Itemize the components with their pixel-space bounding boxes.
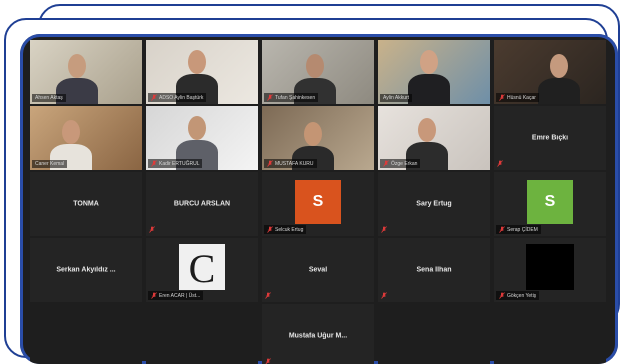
participant-tile[interactable]: Ahsen Aktaş — [30, 40, 142, 104]
participant-tile[interactable]: MUSTAFA KURU — [262, 106, 374, 170]
participant-tile[interactable]: Gökçen Yetiş — [494, 238, 606, 302]
participant-name: TONMA — [30, 201, 142, 208]
participant-label-text: Serap ÇİDEM — [507, 227, 538, 233]
mic-muted-icon — [151, 94, 157, 101]
participant-tile[interactable]: ADSO Aylin Baştürk — [146, 40, 258, 104]
participant-label-text: Tufan Şahinkesen — [275, 95, 315, 101]
participant-label: ADSO Aylin Baştürk — [148, 93, 206, 102]
participant-name: Sary Ertug — [378, 201, 490, 208]
participant-label-text: Caner Kemal — [35, 161, 64, 167]
mic-muted-icon — [267, 94, 273, 101]
participant-label: MUSTAFA KURU — [264, 159, 317, 168]
participant-label-text: Ahsen Aktaş — [35, 95, 63, 101]
participant-tile[interactable]: Serkan Akyıldız ... — [30, 238, 142, 302]
video-call-window: Ahsen Aktaş ADSO Aylin Baştürk Tufan Şahin… — [20, 34, 618, 364]
mic-muted-icon — [267, 226, 273, 233]
mic-muted-icon — [499, 94, 505, 101]
mic-muted-icon — [499, 226, 505, 233]
participant-tile[interactable]: Aylin Akkurt — [378, 40, 490, 104]
decorative-frame-front: Ahsen Aktaş ADSO Aylin Baştürk Tufan Şahin… — [4, 18, 608, 358]
mic-muted-icon — [267, 160, 273, 167]
participant-label: Caner Kemal — [32, 160, 67, 168]
mic-muted-icon — [499, 292, 505, 299]
empty-tile — [146, 304, 258, 364]
profile-picture: C — [179, 244, 225, 290]
participant-label-text: ADSO Aylin Baştürk — [159, 95, 203, 101]
participant-name: Seval — [262, 267, 374, 274]
mic-muted-icon — [149, 226, 155, 233]
participant-tile[interactable]: C Eren ACAR | Üst... — [146, 238, 258, 302]
participant-tile[interactable]: Sena İlhan — [378, 238, 490, 302]
svg-text:C: C — [189, 246, 216, 290]
avatar: S — [295, 180, 341, 224]
participant-tile[interactable]: BURCU ARSLAN — [146, 172, 258, 236]
participant-label-text: Hüsnü Kaçar — [507, 95, 536, 101]
participant-tile[interactable]: Hüsnü Kaçar — [494, 40, 606, 104]
empty-tile — [494, 304, 606, 364]
participant-tile[interactable]: Mustafa Uğur M... — [262, 304, 374, 364]
participant-name: Serkan Akyıldız ... — [30, 267, 142, 274]
participant-name: Sena İlhan — [378, 267, 490, 274]
participant-label-text: Özge Erkan — [391, 161, 417, 167]
participant-label-text: Eren ACAR | Üst... — [159, 293, 200, 299]
participant-label-text: Gökçen Yetiş — [507, 293, 536, 299]
mic-muted-icon — [381, 226, 387, 233]
participant-label-text: Aylin Akkurt — [383, 95, 409, 101]
participant-label-text: MUSTAFA KURU — [275, 161, 314, 167]
participant-tile[interactable]: Kadir ERTUĞRUL — [146, 106, 258, 170]
participant-label-text: Kadir ERTUĞRUL — [159, 161, 199, 167]
participant-name: Emre Bıçkı — [494, 135, 606, 142]
empty-tile — [378, 304, 490, 364]
mic-muted-icon — [497, 160, 503, 167]
participant-label: Serap ÇİDEM — [496, 225, 541, 234]
mic-muted-icon — [381, 292, 387, 299]
participant-tile[interactable]: Caner Kemal — [30, 106, 142, 170]
participant-label: Özge Erkan — [380, 159, 420, 168]
mic-muted-icon — [151, 292, 157, 299]
mic-muted-icon — [151, 160, 157, 167]
avatar: S — [527, 180, 573, 224]
empty-tile — [30, 304, 142, 364]
participant-tile[interactable]: Tufan Şahinkesen — [262, 40, 374, 104]
participant-label: Selcuk Ertug — [264, 225, 306, 234]
profile-picture — [526, 244, 574, 290]
participant-label: Aylin Akkurt — [380, 94, 412, 102]
participant-label: Eren ACAR | Üst... — [148, 291, 203, 300]
mic-muted-icon — [265, 292, 271, 299]
participant-tile[interactable]: TONMA — [30, 172, 142, 236]
participant-label: Kadir ERTUĞRUL — [148, 159, 202, 168]
mic-muted-icon — [265, 358, 271, 364]
participant-tile[interactable]: Emre Bıçkı — [494, 106, 606, 170]
participant-tile[interactable]: Özge Erkan — [378, 106, 490, 170]
participant-label: Tufan Şahinkesen — [264, 93, 318, 102]
participant-label: Ahsen Aktaş — [32, 94, 66, 102]
participant-tile[interactable]: Seval — [262, 238, 374, 302]
participant-tile[interactable]: S Serap ÇİDEM — [494, 172, 606, 236]
mic-muted-icon — [383, 160, 389, 167]
participant-grid: Ahsen Aktaş ADSO Aylin Baştürk Tufan Şahin… — [30, 40, 606, 364]
participant-label: Hüsnü Kaçar — [496, 93, 539, 102]
participant-tile[interactable]: S Selcuk Ertug — [262, 172, 374, 236]
participant-name: BURCU ARSLAN — [146, 201, 258, 208]
participant-label-text: Selcuk Ertug — [275, 227, 303, 233]
participant-tile[interactable]: Sary Ertug — [378, 172, 490, 236]
participant-name: Mustafa Uğur M... — [262, 333, 374, 340]
participant-label: Gökçen Yetiş — [496, 291, 539, 300]
